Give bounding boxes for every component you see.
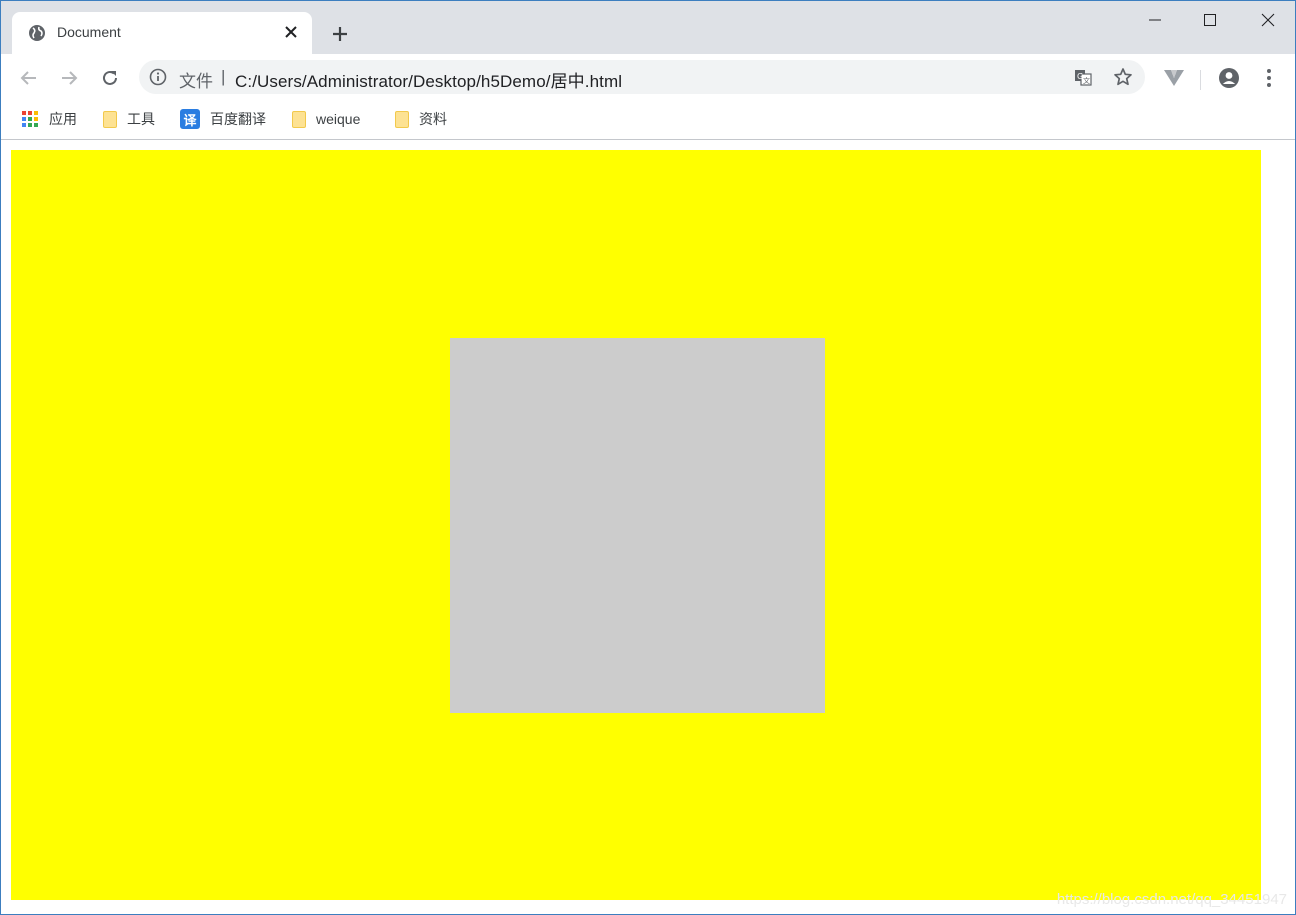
- tab-document[interactable]: Document: [12, 12, 312, 54]
- extension-v-icon[interactable]: [1162, 66, 1186, 90]
- translate-page-icon[interactable]: G文: [1073, 67, 1093, 87]
- bookmark-folder-tools[interactable]: 工具: [103, 109, 155, 129]
- bookmark-label: 工具: [127, 111, 155, 127]
- arrow-left-icon: [20, 71, 36, 85]
- bookmark-label: 资料: [419, 111, 447, 127]
- star-icon[interactable]: [1113, 67, 1133, 87]
- bookmark-baidu-translate[interactable]: 译 百度翻译: [180, 109, 266, 129]
- toolbar: 文件 | C:/Users/Administrator/Desktop/h5De…: [1, 54, 1295, 100]
- bookmark-label: weique: [316, 111, 361, 127]
- apps-grid-icon: [22, 111, 38, 127]
- new-tab-button[interactable]: [326, 20, 354, 48]
- bookmark-label: 百度翻译: [210, 111, 266, 127]
- address-bar[interactable]: 文件 | C:/Users/Administrator/Desktop/h5De…: [139, 60, 1145, 94]
- watermark: https://blog.csdn.net/qq_34451947: [1056, 891, 1287, 908]
- scheme-separator: |: [221, 67, 226, 86]
- globe-icon: [28, 24, 46, 42]
- bookmark-label: 应用: [49, 111, 77, 127]
- tab-title: Document: [57, 24, 121, 40]
- folder-icon: [103, 110, 117, 128]
- browser-window: Document 文件 | C:/Users/Administrator/Des…: [0, 0, 1296, 915]
- outer-yellow-box: [11, 150, 1261, 900]
- reload-button[interactable]: [95, 63, 125, 93]
- back-button[interactable]: [14, 63, 44, 93]
- window-close-button[interactable]: [1239, 1, 1295, 39]
- url-text[interactable]: C:/Users/Administrator/Desktop/h5Demo/居中…: [235, 67, 622, 92]
- bookmark-folder-materials[interactable]: 资料: [395, 109, 447, 129]
- profile-icon[interactable]: [1217, 66, 1241, 90]
- scheme-label: 文件: [179, 72, 213, 91]
- centered-gray-box: [450, 338, 825, 713]
- forward-button[interactable]: [54, 63, 84, 93]
- info-icon[interactable]: [149, 68, 167, 86]
- folder-icon: [395, 110, 409, 128]
- page-viewport: https://blog.csdn.net/qq_34451947: [1, 140, 1295, 914]
- tab-close-icon[interactable]: [280, 21, 302, 43]
- translate-icon: 译: [180, 109, 200, 129]
- bookmark-apps[interactable]: 应用: [21, 109, 77, 129]
- bookmarks-bar: 应用 工具 译 百度翻译 weique 资料: [1, 100, 1295, 140]
- folder-icon: [292, 110, 306, 128]
- more-menu-icon[interactable]: [1257, 66, 1281, 90]
- tab-strip: Document: [1, 1, 1295, 54]
- arrow-right-icon: [62, 71, 78, 85]
- svg-text:文: 文: [1083, 76, 1090, 85]
- minimize-button[interactable]: [1126, 1, 1184, 39]
- bookmark-folder-weique[interactable]: weique: [292, 109, 360, 129]
- maximize-button[interactable]: [1181, 1, 1239, 39]
- reload-icon: [103, 70, 117, 85]
- toolbar-divider: [1200, 70, 1201, 90]
